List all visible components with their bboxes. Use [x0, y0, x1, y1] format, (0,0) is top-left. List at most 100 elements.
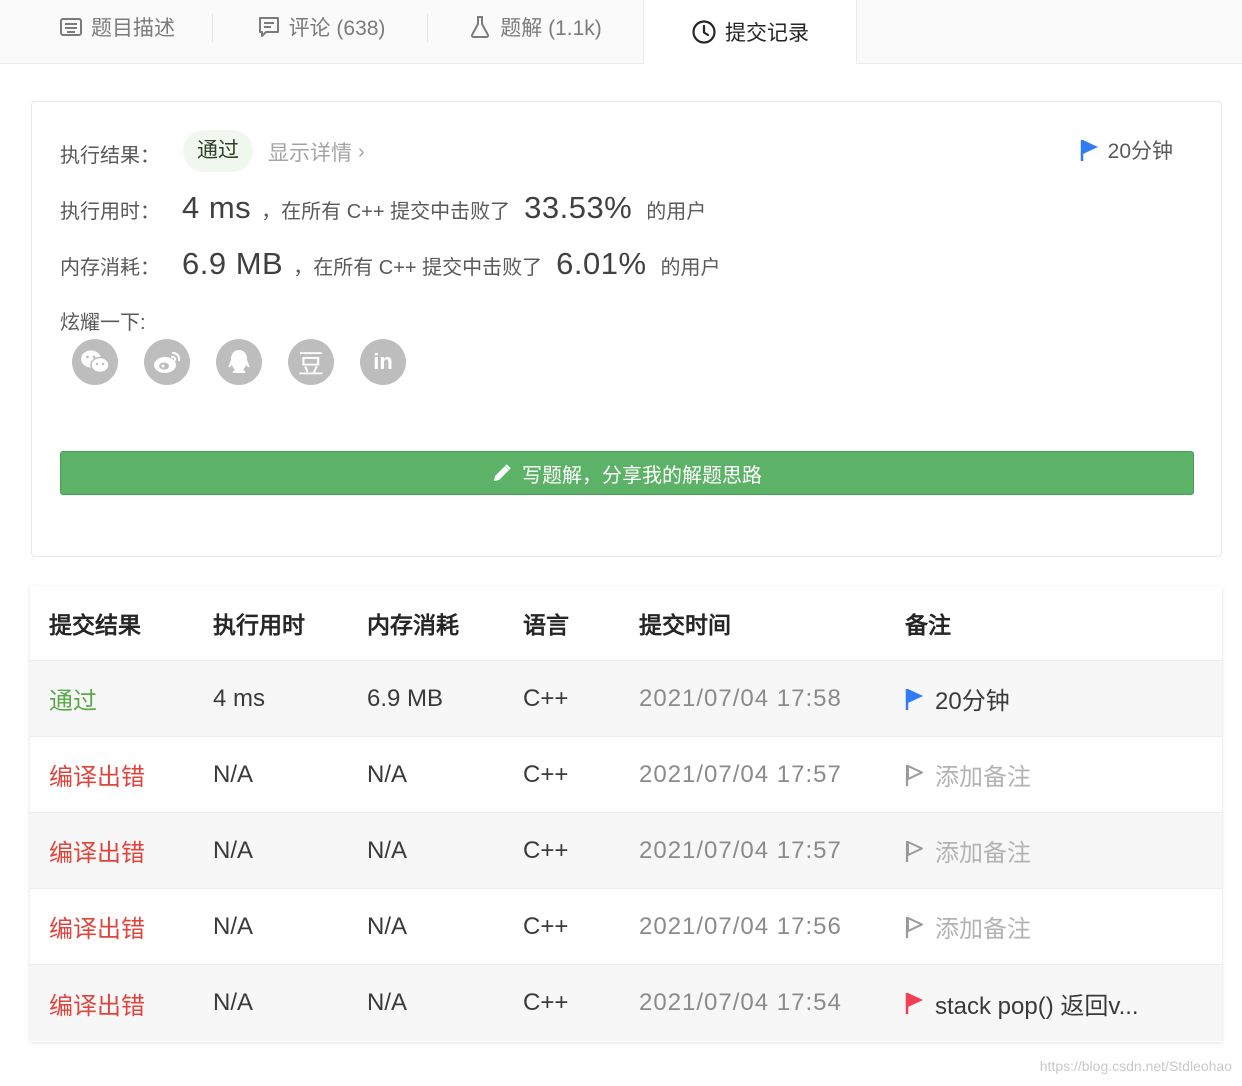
language-cell: C++ [523, 684, 569, 712]
write-solution-button[interactable]: 写题解，分享我的解题思路 [60, 451, 1194, 495]
runtime-cell: N/A [213, 760, 254, 788]
write-solution-label: 写题解，分享我的解题思路 [522, 464, 762, 487]
runtime-suffix: 的用户 [646, 201, 707, 223]
runtime-stat: 执行用时： 4 ms ，在所有 C++ 提交中击败了 33.53% 的用户 [60, 190, 706, 226]
language-cell: C++ [523, 989, 569, 1016]
comment-icon [258, 17, 279, 37]
status-link[interactable]: 通过 [49, 681, 97, 716]
clock-icon [692, 20, 716, 44]
result-label: 执行结果： [60, 145, 160, 167]
linkedin-icon[interactable]: in [360, 339, 406, 385]
language-cell: C++ [523, 912, 569, 940]
memory-text: ，在所有 C++ 提交中击败了 [293, 257, 543, 279]
memory-label: 内存消耗： [60, 257, 160, 279]
language-cell: C++ [523, 760, 569, 788]
flag-outline-icon [905, 764, 923, 786]
header-status: 提交结果 [49, 612, 141, 638]
tab-solutions[interactable]: 题解 (1.1k) [432, 0, 638, 54]
tab-divider [212, 14, 213, 42]
add-note-button[interactable]: 添加备注 [905, 909, 1185, 944]
time-cell: 2021/07/04 17:57 [639, 760, 842, 788]
runtime-cell: 4 ms [213, 684, 266, 712]
table-row[interactable]: 编译出错 N/A N/A C++ 2021/07/04 17:54 stack … [30, 965, 1222, 1041]
share-buttons: 豆 in [72, 339, 406, 385]
status-link[interactable]: 编译出错 [49, 757, 145, 792]
header-note: 备注 [905, 612, 951, 638]
tab-bar: 题目描述 评论 (638) 题解 (1.1k) 提交记录 [0, 0, 1242, 64]
douban-glyph: 豆 [297, 348, 324, 379]
douban-icon[interactable]: 豆 [288, 339, 334, 385]
table-row[interactable]: 编译出错 N/A N/A C++ 2021/07/04 17:57 添加备注 [30, 813, 1222, 889]
wechat-icon[interactable] [72, 339, 118, 385]
result-card: 执行结果： 通过 显示详情 › 20分钟 执行用时： 4 ms ，在所有 C++… [31, 101, 1222, 557]
runtime-percent: 33.53% [524, 190, 633, 225]
runtime-cell: N/A [213, 912, 254, 940]
table-row[interactable]: 通过 4 ms 6.9 MB C++ 2021/07/04 17:58 20分钟 [30, 661, 1222, 737]
add-note-button[interactable]: 添加备注 [905, 757, 1185, 792]
flag-icon [1080, 140, 1098, 161]
table-row[interactable]: 编译出错 N/A N/A C++ 2021/07/04 17:57 添加备注 [30, 737, 1222, 813]
header-time: 提交时间 [639, 612, 731, 638]
time-cell: 2021/07/04 17:54 [639, 989, 842, 1016]
status-link[interactable]: 编译出错 [49, 833, 145, 868]
tab-label: 题解 (1.1k) [500, 17, 602, 40]
show-details-link[interactable]: 显示详情 › [268, 137, 365, 167]
time-cell: 2021/07/04 17:58 [639, 684, 842, 712]
header-memory: 内存消耗 [367, 612, 459, 638]
memory-stat: 内存消耗： 6.9 MB ，在所有 C++ 提交中击败了 6.01% 的用户 [60, 246, 721, 282]
note-display[interactable]: 20分钟 [1080, 135, 1173, 165]
memory-suffix: 的用户 [660, 257, 721, 279]
linkedin-glyph: in [373, 349, 393, 374]
description-icon [60, 18, 82, 36]
status-link[interactable]: 编译出错 [49, 909, 145, 944]
tab-comments[interactable]: 评论 (638) [222, 0, 420, 54]
table-header: 提交结果 执行用时 内存消耗 语言 提交时间 备注 [30, 586, 1222, 661]
note-text: stack pop() 返回v... [935, 992, 1139, 1020]
table-row[interactable]: 编译出错 N/A N/A C++ 2021/07/04 17:56 添加备注 [30, 889, 1222, 965]
time-cell: 2021/07/04 17:56 [639, 912, 842, 940]
weibo-icon[interactable] [144, 339, 190, 385]
note-text: 20分钟 [935, 688, 1010, 715]
note-text: 添加备注 [935, 916, 1031, 943]
tab-divider [427, 14, 428, 42]
tab-label: 提交记录 [725, 22, 809, 45]
pencil-icon [494, 464, 511, 481]
note-cell[interactable]: 20分钟 [905, 681, 1185, 716]
watermark: https://blog.csdn.net/Stdleohao [1039, 1058, 1232, 1074]
tab-submissions[interactable]: 提交记录 [643, 0, 857, 64]
memory-percent: 6.01% [556, 246, 647, 281]
memory-cell: N/A [367, 760, 408, 788]
flask-icon [471, 16, 490, 38]
header-language: 语言 [523, 612, 569, 638]
memory-cell: N/A [367, 912, 408, 940]
flag-outline-icon [905, 916, 923, 938]
note-text: 20分钟 [1107, 140, 1173, 163]
share-label: 炫耀一下: [60, 312, 146, 334]
note-text: 添加备注 [935, 764, 1031, 791]
tab-description[interactable]: 题目描述 [22, 0, 212, 54]
status-badge: 通过 [183, 130, 253, 172]
flag-icon [905, 993, 923, 1014]
show-details-label: 显示详情 [268, 142, 352, 165]
submissions-table: 提交结果 执行用时 内存消耗 语言 提交时间 备注 通过 4 ms 6.9 MB… [30, 586, 1222, 1042]
runtime-value: 4 ms [182, 190, 252, 225]
tab-label: 评论 (638) [288, 17, 386, 40]
memory-cell: 6.9 MB [367, 684, 444, 712]
note-text: 添加备注 [935, 840, 1031, 867]
note-cell[interactable]: stack pop() 返回v... [905, 986, 1185, 1021]
runtime-label: 执行用时： [60, 201, 160, 223]
flag-outline-icon [905, 840, 923, 862]
language-cell: C++ [523, 836, 569, 864]
memory-value: 6.9 MB [182, 246, 284, 281]
qq-icon[interactable] [216, 339, 262, 385]
runtime-text: ，在所有 C++ 提交中击败了 [261, 201, 511, 223]
chevron-right-icon: › [358, 140, 365, 163]
add-note-button[interactable]: 添加备注 [905, 833, 1185, 868]
runtime-cell: N/A [213, 836, 254, 864]
runtime-cell: N/A [213, 989, 254, 1016]
tab-label: 题目描述 [91, 17, 175, 40]
status-link[interactable]: 编译出错 [49, 986, 145, 1021]
header-runtime: 执行用时 [213, 612, 305, 638]
flag-icon [905, 688, 923, 710]
memory-cell: N/A [367, 989, 408, 1016]
